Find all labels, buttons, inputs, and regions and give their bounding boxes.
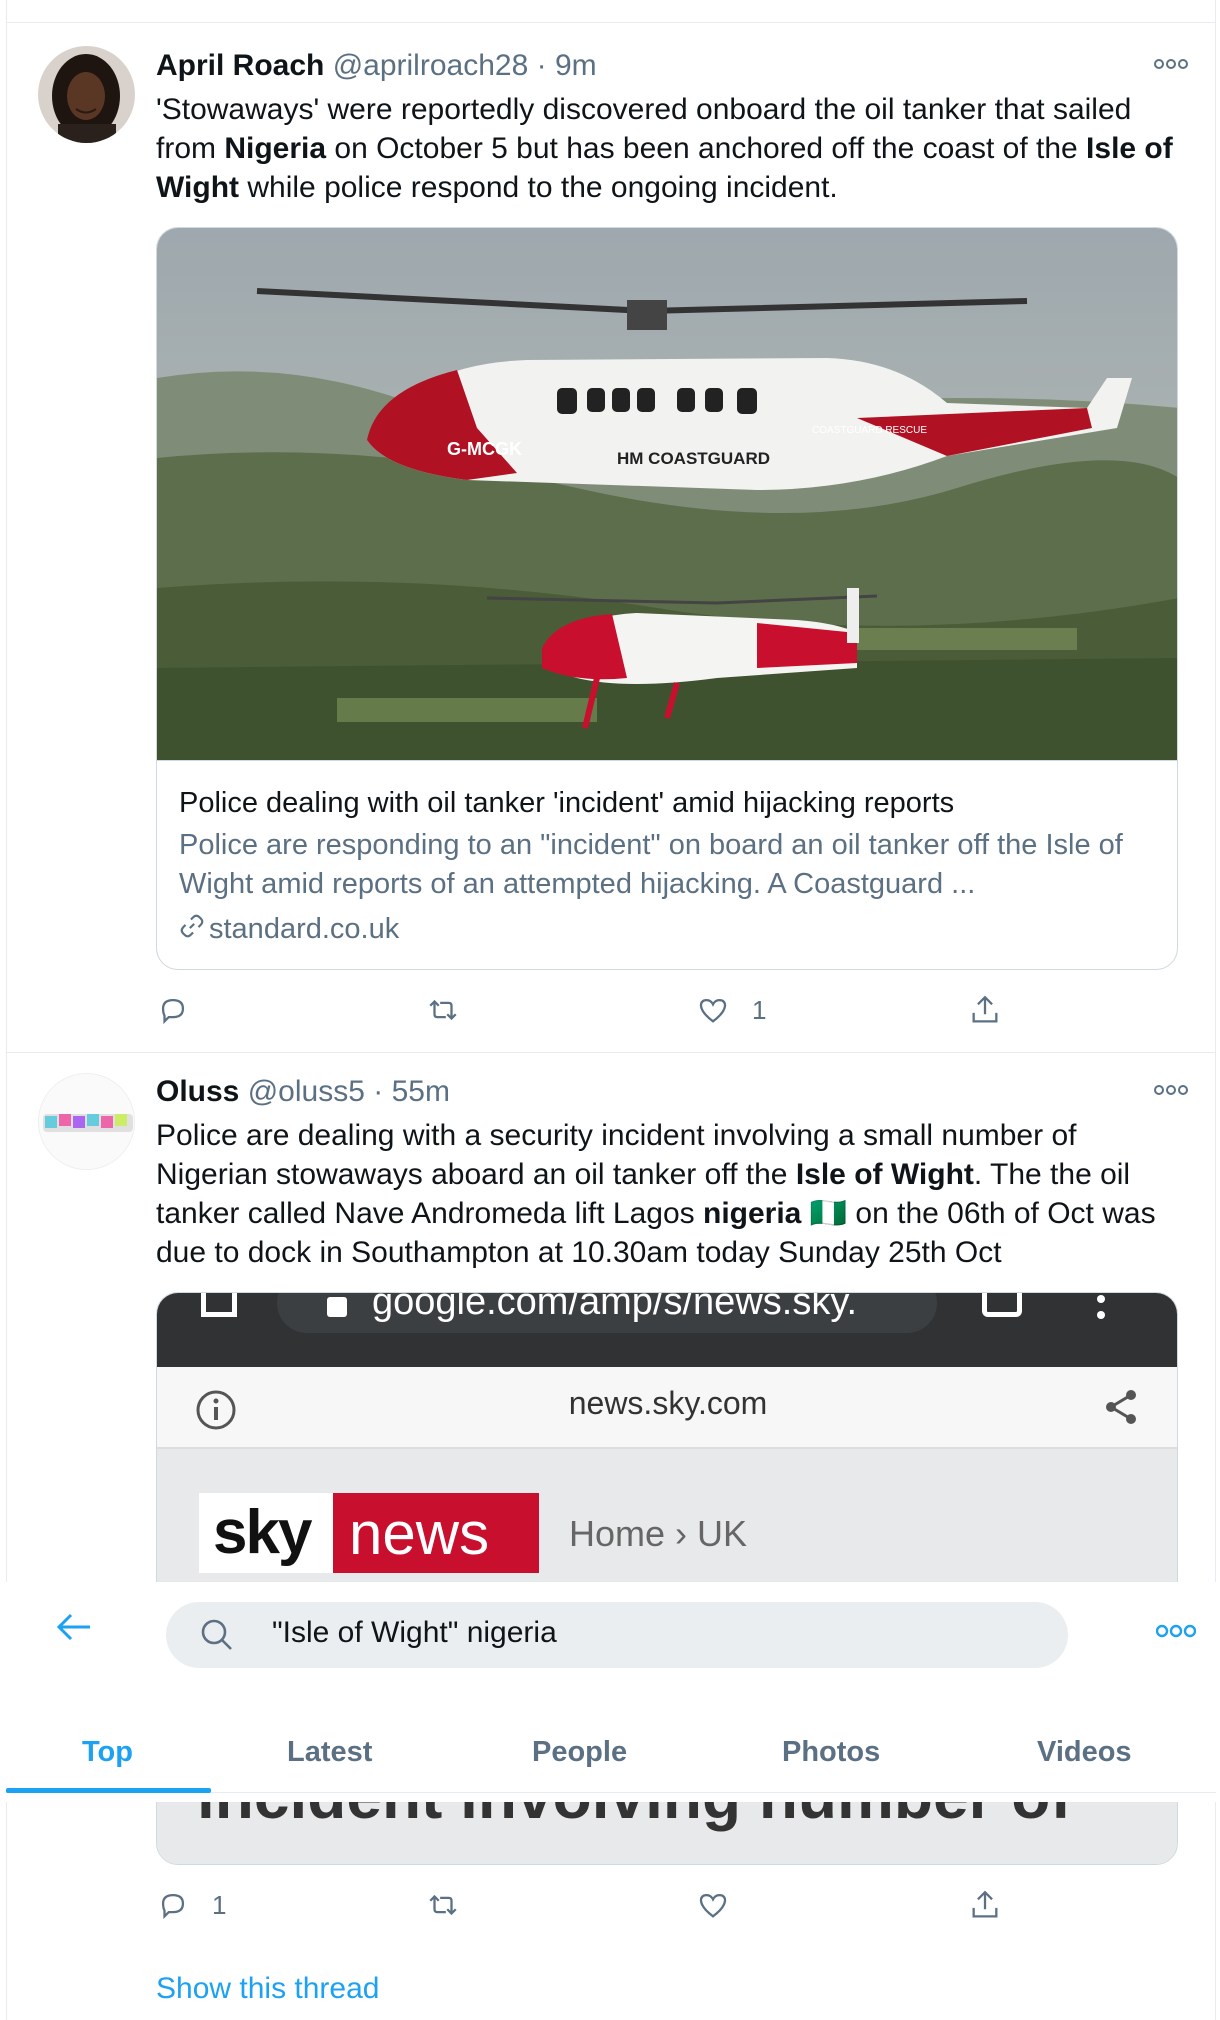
card-title: Police dealing with oil tanker 'incident… — [179, 787, 955, 819]
separator-dot: · — [373, 1075, 384, 1108]
heart-icon — [699, 998, 727, 1023]
author-handle[interactable]: @aprilroach28 — [333, 49, 529, 82]
tweet-text: 'Stowaways' were reportedly discovered o… — [156, 90, 1176, 207]
card-domain-row: standard.co.uk — [179, 910, 399, 949]
link-icon — [179, 911, 205, 949]
embedded-url: google.com/amp/s/news.sky. — [372, 1292, 858, 1323]
card-domain: standard.co.uk — [209, 913, 400, 945]
highlight-term: Isle of Wight — [795, 1158, 974, 1191]
share-button[interactable] — [968, 990, 1002, 1030]
retweet-icon — [429, 1894, 457, 1916]
helicopter-tail-text: COASTGUARD RESCUE — [812, 425, 927, 436]
card-description: Police are responding to an "incident" o… — [179, 829, 1123, 900]
tab-top[interactable]: Top — [82, 1736, 133, 1769]
embedded-share-icon — [201, 1293, 237, 1317]
tweet-actions: 1 — [156, 1885, 1156, 1925]
text-segment: while police respond to the ongoing inci… — [239, 171, 838, 204]
more-options-icon[interactable] — [1154, 50, 1188, 76]
reply-button[interactable] — [156, 990, 212, 1030]
embedded-tabs-icon — [982, 1293, 1022, 1317]
tab-videos[interactable]: Videos — [1037, 1736, 1132, 1769]
search-input[interactable]: "Isle of Wight" nigeria — [166, 1602, 1068, 1668]
search-query: "Isle of Wight" nigeria — [272, 1616, 557, 1649]
search-icon — [200, 1618, 234, 1657]
reply-button[interactable]: 1 — [156, 1885, 226, 1925]
author-handle[interactable]: @oluss5 — [248, 1075, 365, 1108]
tweet-divider — [6, 1052, 1216, 1053]
link-card[interactable]: G-MCGK HM COASTGUARD COASTGUARD RESCUE P… — [156, 227, 1178, 970]
tab-latest[interactable]: Latest — [287, 1736, 372, 1769]
card-divider — [157, 760, 1177, 761]
timestamp[interactable]: 55m — [392, 1075, 450, 1108]
retweet-button[interactable] — [426, 1885, 482, 1925]
tweet-actions: 1 — [156, 990, 1156, 1030]
embedded-share-icon-2 — [1101, 1387, 1141, 1432]
like-count: 1 — [752, 994, 767, 1025]
reply-count: 1 — [212, 1889, 227, 1920]
tab-people[interactable]: People — [532, 1736, 627, 1769]
tab-photos[interactable]: Photos — [782, 1736, 880, 1769]
separator-dot: · — [536, 49, 547, 82]
embedded-browser-bar: google.com/amp/s/news.sky. — [157, 1292, 1177, 1367]
retweet-button[interactable] — [426, 990, 482, 1030]
share-icon — [972, 995, 998, 1023]
tweet-header: April Roach @aprilroach28 · 9m — [156, 48, 597, 84]
like-button[interactable]: 1 — [696, 990, 766, 1030]
reply-icon — [161, 998, 185, 1025]
author-name[interactable]: April Roach — [156, 49, 324, 82]
embedded-url-pill: google.com/amp/s/news.sky. — [277, 1292, 937, 1333]
avatar-april-roach[interactable] — [38, 46, 135, 143]
embedded-menu-icon — [1097, 1295, 1105, 1329]
search-tabs: Top Latest People Photos Videos — [6, 1712, 1216, 1794]
text-segment: on October 5 but has been anchored off t… — [326, 132, 1087, 165]
back-arrow-icon[interactable] — [56, 1612, 92, 1647]
tweet-text: Police are dealing with a security incid… — [156, 1116, 1176, 1272]
highlight-term: nigeria — [703, 1197, 802, 1230]
heart-icon — [699, 1893, 727, 1918]
author-name[interactable]: Oluss — [156, 1075, 239, 1108]
search-options-icon[interactable] — [1155, 1624, 1197, 1643]
share-button[interactable] — [968, 1885, 1002, 1925]
show-thread-link[interactable]: Show this thread — [156, 1972, 379, 2006]
helicopter-livery: HM COASTGUARD — [617, 449, 770, 468]
share-icon — [972, 1890, 998, 1918]
sky-logo-news: news — [333, 1493, 539, 1573]
search-header: "Isle of Wight" nigeria Top Latest Peopl… — [6, 1582, 1216, 1802]
card-image-helicopters[interactable]: G-MCGK HM COASTGUARD COASTGUARD RESCUE — [157, 228, 1177, 760]
timestamp[interactable]: 9m — [555, 49, 597, 82]
sky-logo-text: sky — [213, 1498, 312, 1567]
sky-logo-sky: sky — [199, 1493, 333, 1573]
retweet-icon — [429, 999, 457, 1021]
embedded-lock-icon — [327, 1297, 347, 1317]
embedded-amp-header: news.sky.com — [157, 1367, 1177, 1449]
top-divider — [6, 22, 1216, 23]
reply-icon — [161, 1893, 185, 1920]
avatar-oluss[interactable] — [38, 1073, 135, 1170]
helicopter-registration: G-MCGK — [447, 439, 522, 459]
highlight-term: Nigeria — [224, 132, 327, 165]
sky-logo-news-text: news — [349, 1500, 490, 1567]
like-button[interactable] — [696, 1885, 752, 1925]
embedded-site: news.sky.com — [568, 1385, 768, 1421]
active-tab-indicator — [6, 1788, 211, 1793]
tweet-header: Oluss @oluss5 · 55m — [156, 1074, 450, 1110]
more-options-icon[interactable] — [1154, 1076, 1188, 1102]
embedded-breadcrumb: Home › UK — [569, 1513, 748, 1554]
